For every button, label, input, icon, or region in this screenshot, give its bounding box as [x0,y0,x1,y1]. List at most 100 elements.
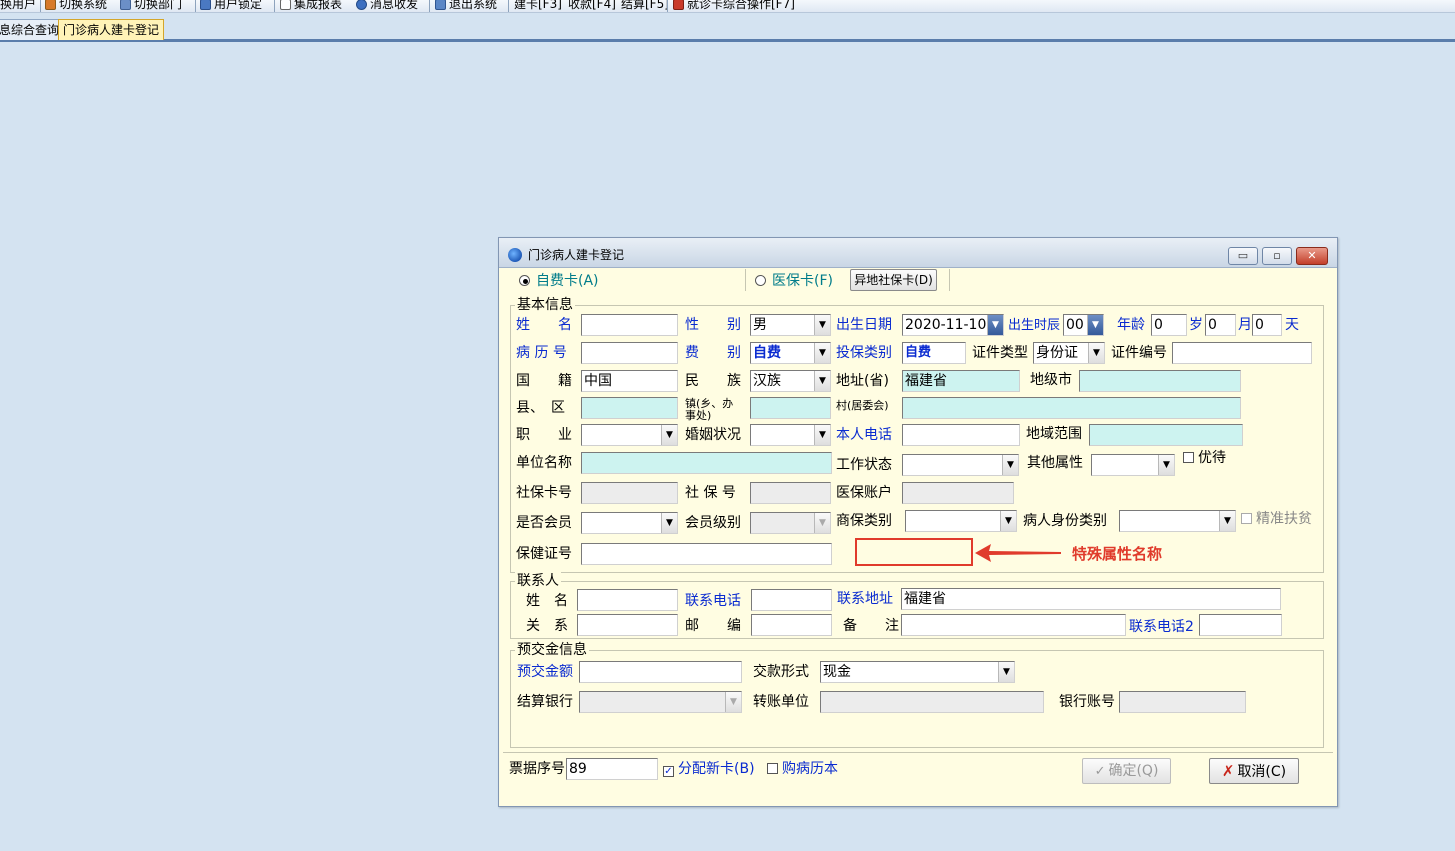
toolbar-collect[interactable]: 收款[F4] [568,0,616,12]
toolbar-messages[interactable]: 消息收发 [356,0,418,12]
city-input[interactable] [1079,370,1241,392]
poverty-checkbox[interactable]: 精准扶贫 [1241,510,1312,528]
radio-unchecked-icon [755,275,766,286]
bank-account-label: 银行账号 [1059,694,1115,710]
tab-info-query[interactable]: 息综合查询 [0,19,65,40]
work-status-select[interactable]: ▼ [902,454,1019,476]
chevron-down-icon: ▼ [1087,315,1103,335]
chevron-down-icon: ▼ [1219,511,1235,531]
record-no-input[interactable] [581,342,678,364]
age-years-input[interactable]: 0 [1151,314,1187,336]
marriage-select[interactable]: ▼ [750,424,831,446]
contact-remark-input[interactable] [901,614,1126,636]
si-card-input[interactable] [581,482,678,504]
county-input[interactable] [581,397,678,419]
village-input[interactable] [902,397,1241,419]
contact-phone2-input[interactable] [1199,614,1282,636]
member-level-select[interactable]: ▼ [750,512,831,534]
province-input[interactable]: 福建省 [902,370,1020,392]
contact-phone-input[interactable] [751,589,832,611]
toolbar-report[interactable]: 集成报表 [280,0,342,12]
radio-insurance-card[interactable]: 医保卡(F) [755,272,833,290]
age-months-input[interactable]: 0 [1205,314,1236,336]
patient-id-type-select[interactable]: ▼ [1119,510,1236,532]
name-input[interactable] [581,314,678,336]
contact-address-label: 联系地址 [837,591,893,607]
fee-type-label: 费 别 [685,345,741,361]
toolbar-switch-user[interactable]: 换用户 [0,0,36,12]
footer-divider [503,752,1333,753]
age-years-unit: 岁 [1189,317,1203,333]
bank-label: 结算银行 [517,694,573,710]
toolbar-card-ops[interactable]: 就诊卡综合操作[F7] [673,0,795,12]
job-select[interactable]: ▼ [581,424,678,446]
deposit-amount-label: 预交金额 [517,664,573,680]
cancel-button[interactable]: ✗ 取消(C) [1209,758,1299,784]
birth-time-select[interactable]: 00 ▼ [1063,314,1104,336]
transfer-unit-input[interactable] [820,691,1044,713]
deposit-amount-input[interactable] [579,661,742,683]
bank-account-input[interactable] [1119,691,1246,713]
contact-name-input[interactable] [577,589,678,611]
town-input[interactable] [750,397,831,419]
tab-card-registration[interactable]: 门诊病人建卡登记 [58,19,165,40]
toolbar-user-lock[interactable]: 用户锁定 [200,0,262,12]
si-no-input[interactable] [750,482,831,504]
other-attr-select[interactable]: ▼ [1091,454,1175,476]
gender-select[interactable]: 男 ▼ [750,314,831,336]
ins-account-input[interactable] [902,482,1014,504]
com-ins-select[interactable]: ▼ [905,510,1017,532]
assign-new-card-checkbox[interactable]: ✓ 分配新卡(B) [663,760,755,778]
health-no-input[interactable] [581,543,832,565]
pay-mode-select[interactable]: 现金 ▼ [820,661,1015,683]
user-lock-icon [200,0,211,10]
check-icon: ✓ [1094,764,1106,779]
checkbox-unchecked-icon [1183,452,1194,463]
priority-checkbox[interactable]: 优待 [1183,449,1226,467]
close-icon: ✗ [1221,762,1235,780]
bank-select[interactable]: ▼ [579,691,742,713]
chevron-down-icon: ▼ [661,513,677,533]
remote-social-card-button[interactable]: 异地社保卡(D) [850,269,937,291]
phone-input[interactable] [902,424,1020,446]
age-days-input[interactable]: 0 [1252,314,1282,336]
contact-address-input[interactable]: 福建省 [901,588,1281,610]
annotation-highlight-box [855,538,973,566]
receipt-no-input[interactable]: 89 [566,758,658,780]
contact-zip-input[interactable] [751,614,832,636]
buy-record-book-checkbox[interactable]: 购病历本 [767,760,838,778]
maximize-button[interactable]: ▫ [1262,247,1292,265]
birth-date-picker[interactable]: 2020-11-10 ▼ [902,314,1004,336]
ethnic-select[interactable]: 汉族 ▼ [750,370,831,392]
member-select[interactable]: ▼ [581,512,678,534]
toolbar-build-card[interactable]: 建卡[F3] [514,0,562,12]
dialog-titlebar[interactable]: 门诊病人建卡登记 ▭ ▫ ✕ [499,238,1337,268]
region-input[interactable] [1089,424,1243,446]
annotation-label: 特殊属性名称 [1072,545,1163,563]
toolbar-exit[interactable]: 退出系统 [435,0,497,12]
contact-relation-input[interactable] [577,614,678,636]
member-label: 是否会员 [516,515,572,531]
cert-type-label: 证件类型 [972,345,1028,361]
unit-input[interactable] [581,452,832,474]
cert-no-input[interactable] [1172,342,1312,364]
radio-self-pay-card[interactable]: 自费卡(A) [519,272,599,290]
minimize-button[interactable]: ▭ [1228,247,1258,265]
radio-checked-icon [519,275,530,286]
toolbar-separator [274,0,275,12]
si-card-label: 社保卡号 [516,485,572,501]
region-label: 地域范围 [1026,426,1082,442]
toolbar-settle[interactable]: 结算[F5] [621,0,669,12]
contact-remark-label: 备 注 [843,618,899,634]
confirm-button[interactable]: ✓ 确定(Q) [1082,758,1171,784]
cert-type-select[interactable]: 身份证 ▼ [1033,342,1105,364]
nationality-input[interactable]: 中国 [581,370,678,392]
toolbar-switch-dept[interactable]: 切换部门 [120,0,182,12]
fee-type-select[interactable]: 自费 ▼ [750,342,831,364]
close-button[interactable]: ✕ [1296,247,1328,265]
ins-type-input[interactable]: 自费 [902,342,966,364]
contact-phone-label: 联系电话 [685,593,741,609]
checkbox-unchecked-icon [767,763,778,774]
chevron-down-icon: ▼ [1158,455,1174,475]
toolbar-switch-system[interactable]: 切换系统 [45,0,107,12]
